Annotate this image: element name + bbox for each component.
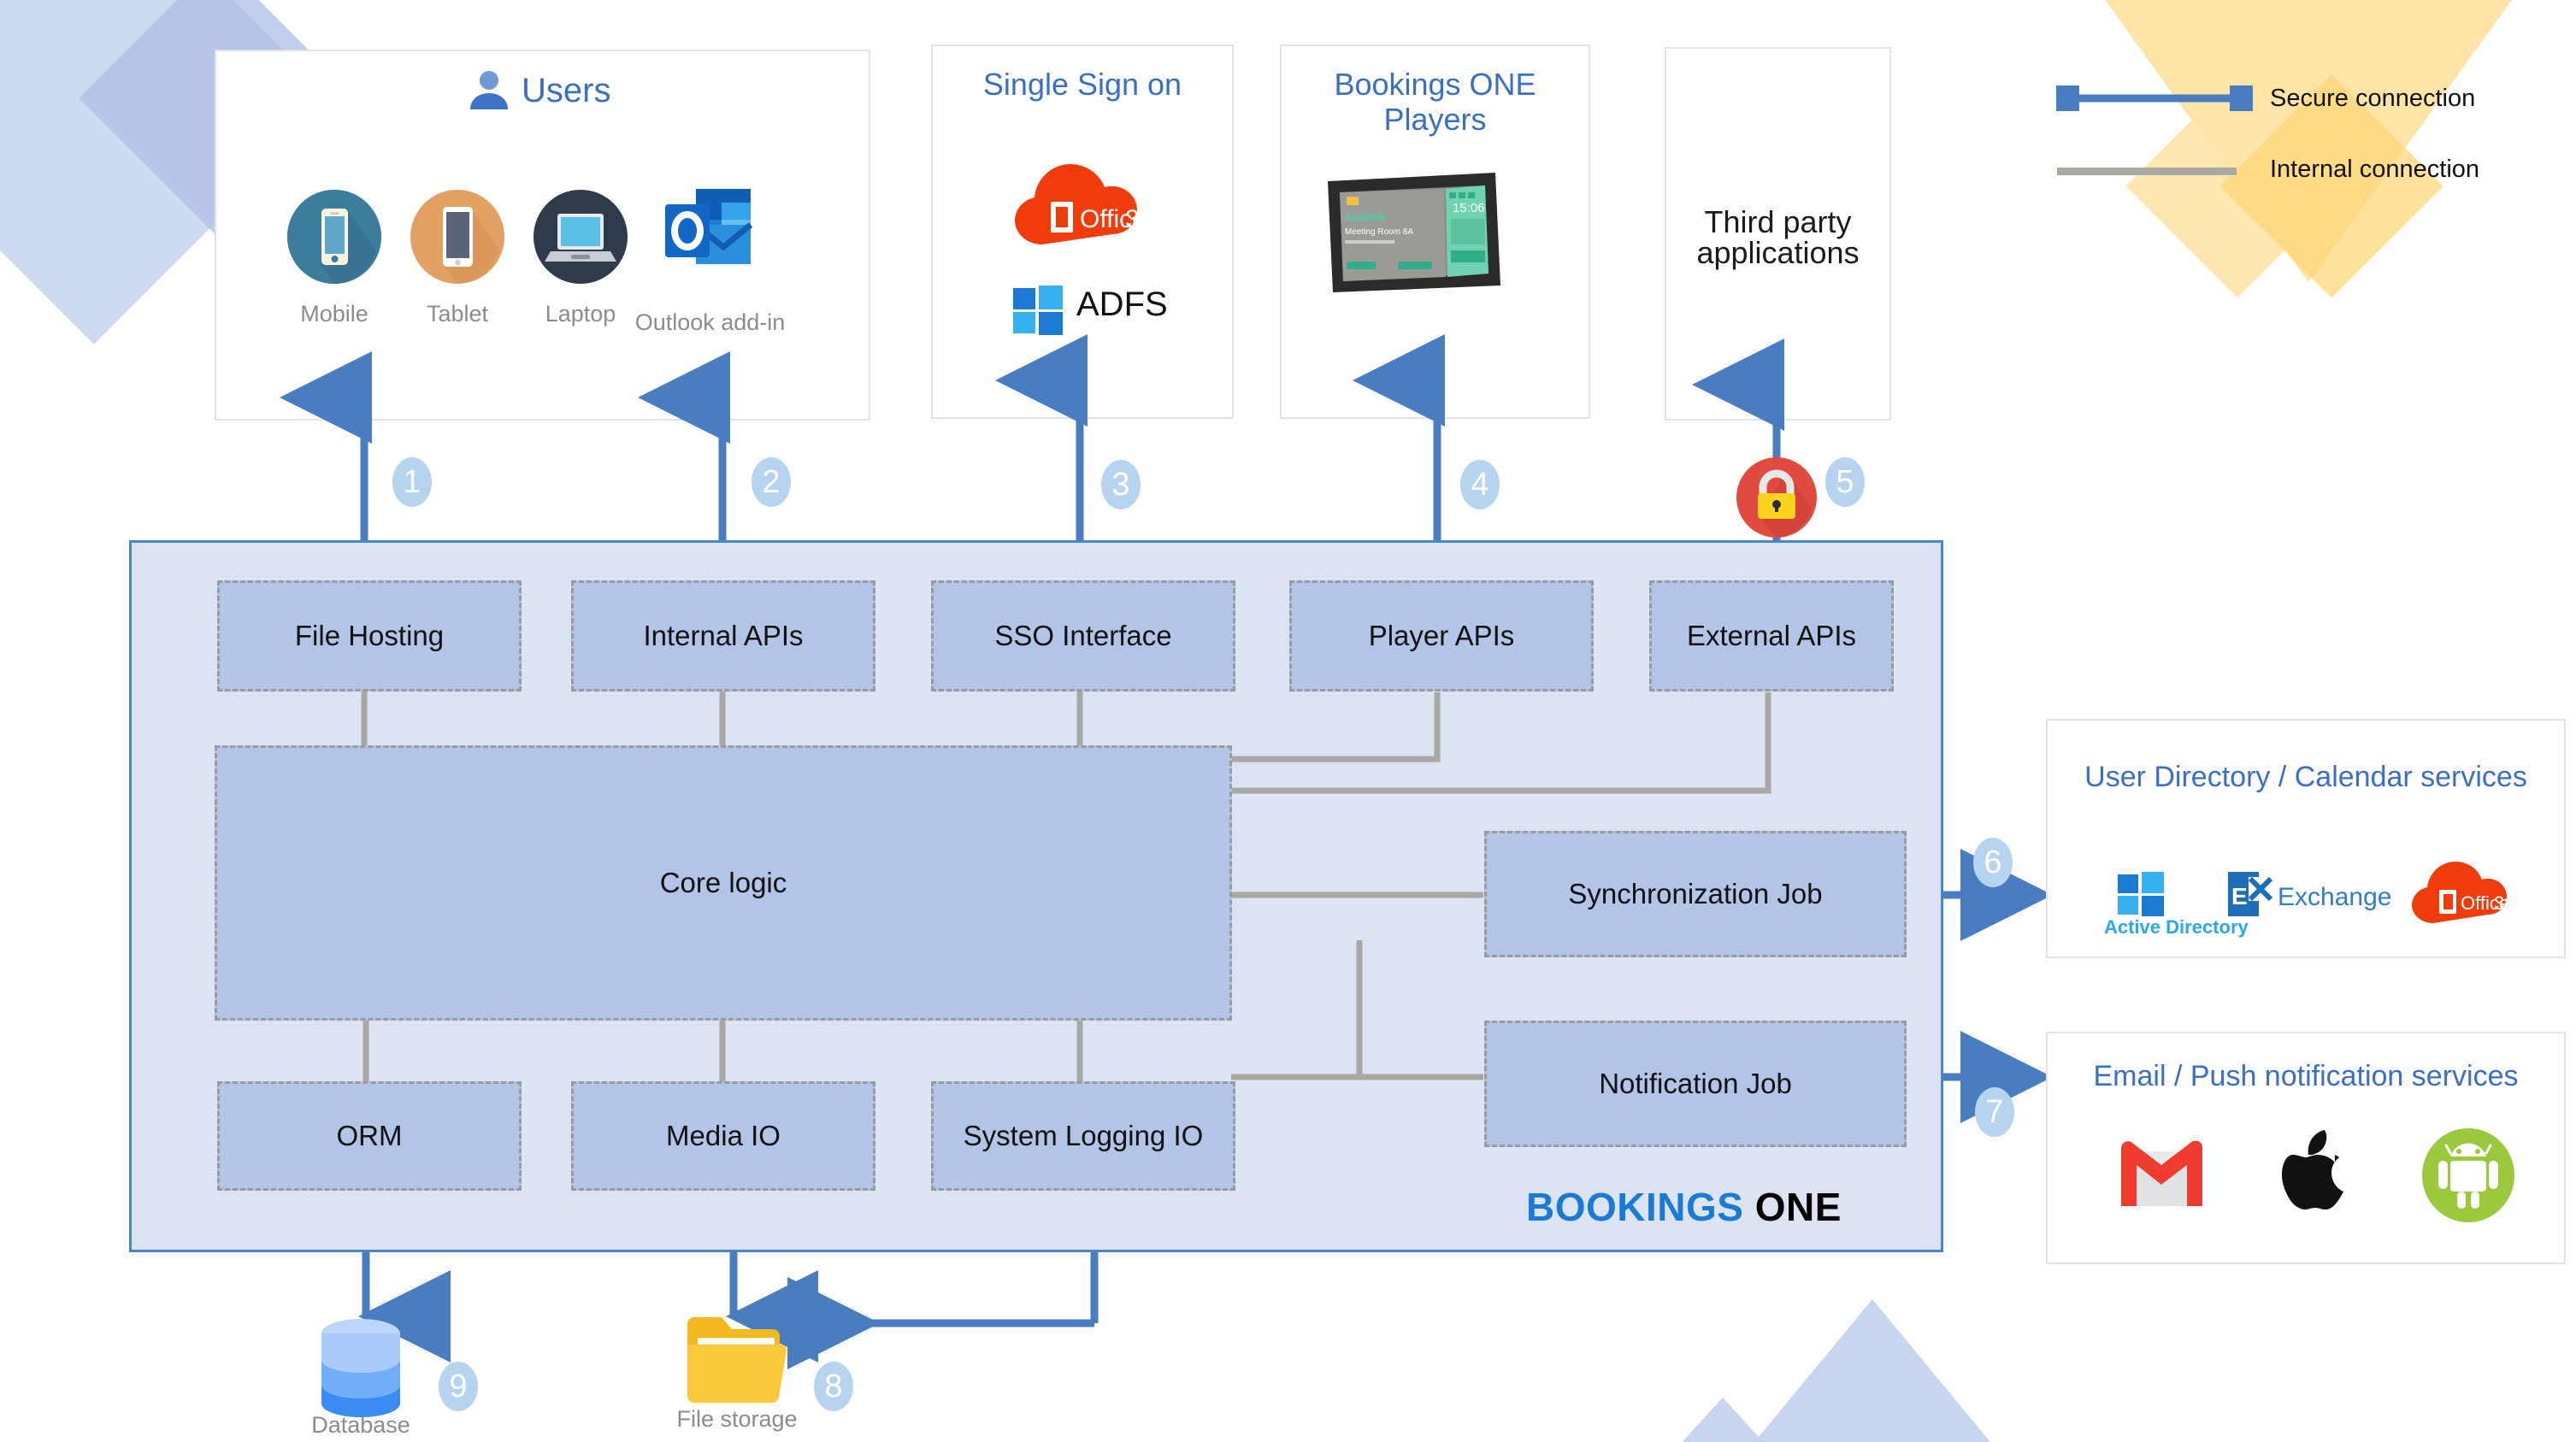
user-icon <box>470 71 508 109</box>
svg-text:Available: Available <box>1345 211 1387 223</box>
node-core-logic[interactable]: Core logic <box>215 745 1232 1021</box>
decorative-shapes-top-right <box>2105 0 2512 298</box>
legend-label-secure: Secure connection <box>2270 85 2476 112</box>
legend-internal-line-icon <box>2057 168 2237 175</box>
office365-cloud-icon: Office 365 <box>1011 161 1168 257</box>
outlook-icon <box>660 184 756 280</box>
badge-2: 2 <box>752 457 791 507</box>
player-display-icon: 15:06 Available Meeting Room 8A <box>1324 169 1504 302</box>
exchange-label: Exchange <box>2278 883 2392 911</box>
exchange-icon: E <box>2228 872 2273 921</box>
logo-bookings: BOOKINGS <box>1526 1185 1744 1229</box>
storage-label-file: File storage <box>676 1406 798 1432</box>
badge-3: 3 <box>1101 460 1141 509</box>
svg-text:Meeting Room 8A: Meeting Room 8A <box>1345 227 1413 237</box>
node-file-hosting[interactable]: File Hosting <box>217 580 522 692</box>
directory-services-title: User Directory / Calendar services <box>2084 761 2527 793</box>
badge-1: 1 <box>392 457 432 507</box>
badge-5: 5 <box>1825 457 1865 507</box>
android-icon <box>2421 1128 2515 1227</box>
node-sso-interface[interactable]: SSO Interface <box>931 580 1235 692</box>
notification-services-title: Email / Push notification services <box>2093 1060 2519 1092</box>
mobile-phone-icon <box>287 190 381 284</box>
bookings-one-logo: BOOKINGS ONE <box>1526 1184 1842 1230</box>
badge-8: 8 <box>814 1362 853 1411</box>
legend-label-internal: Internal connection <box>2270 156 2480 183</box>
svg-text:15:06: 15:06 <box>1453 201 1485 215</box>
device-label-outlook: Outlook add-in <box>634 309 786 335</box>
padlock-icon <box>1735 456 1819 544</box>
node-external-apis[interactable]: External APIs <box>1649 580 1894 692</box>
office365-cloud-icon-directory: Office 365 <box>2409 858 2526 933</box>
sso-panel-title: Single Sign on <box>982 67 1182 102</box>
decorative-shapes-bottom-right <box>1682 1299 1990 1442</box>
laptop-icon <box>533 190 628 284</box>
users-panel-title: Users <box>522 72 611 109</box>
tablet-icon <box>410 190 504 284</box>
node-media-io[interactable]: Media IO <box>571 1081 875 1191</box>
legend-secure-arrow-icon <box>2056 85 2253 111</box>
svg-text:365: 365 <box>1125 205 1153 233</box>
architecture-diagram: Secure connection Internal connection Us… <box>0 0 2576 1442</box>
node-internal-apis[interactable]: Internal APIs <box>571 580 875 692</box>
node-orm[interactable]: ORM <box>217 1081 522 1191</box>
folder-icon <box>684 1310 787 1410</box>
badge-4: 4 <box>1460 460 1500 509</box>
logo-one: ONE <box>1754 1185 1842 1229</box>
players-panel-title: Bookings ONE Players <box>1334 67 1536 138</box>
third-party-title-line2: applications <box>1696 235 1860 270</box>
node-synchronization-job[interactable]: Synchronization Job <box>1484 831 1907 957</box>
badge-9: 9 <box>439 1362 478 1411</box>
windows-icon-directory <box>2118 872 2164 921</box>
badge-6: 6 <box>1973 838 2013 887</box>
node-system-logging-io[interactable]: System Logging IO <box>931 1081 1235 1191</box>
windows-icon-sso <box>1013 285 1063 339</box>
svg-text:365: 365 <box>2494 892 2520 914</box>
storage-label-database: Database <box>311 1412 410 1438</box>
badge-7: 7 <box>1975 1087 2014 1137</box>
gmail-icon <box>2121 1140 2203 1218</box>
apple-icon <box>2282 1128 2347 1215</box>
adfs-label: ADFS <box>1076 285 1168 323</box>
active-directory-label: Active Directory <box>2104 916 2249 938</box>
node-notification-job[interactable]: Notification Job <box>1484 1021 1907 1147</box>
node-player-apis[interactable]: Player APIs <box>1289 580 1594 692</box>
svg-text:E: E <box>2231 883 2248 909</box>
